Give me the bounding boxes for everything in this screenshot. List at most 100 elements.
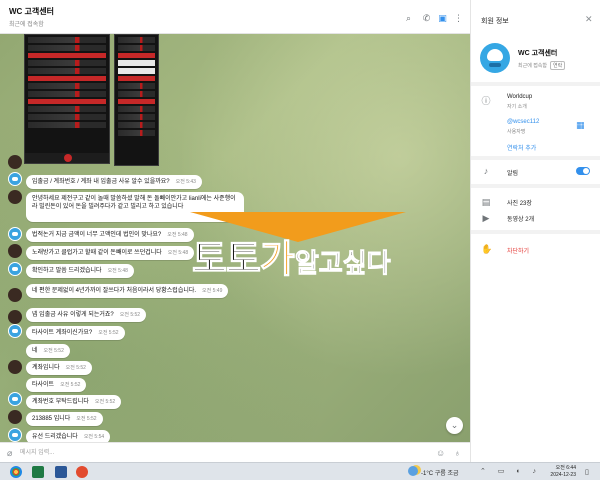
chat-title[interactable]: WC 고객센터 — [9, 6, 54, 17]
message-bubble[interactable]: 넵 입출금 사유 이렇게 되는거죠? 오전 5:52 — [26, 308, 147, 322]
message-bubble[interactable]: 타사이트 오전 5:52 — [26, 378, 87, 392]
message-time: 오전 5:52 — [119, 312, 141, 318]
support-avatar[interactable] — [8, 324, 22, 338]
photos-link[interactable]: 사진 23장 — [507, 198, 532, 207]
contact-badge: 연락 — [550, 61, 566, 70]
message-text: 타사이트 — [32, 382, 55, 388]
user-avatar[interactable] — [8, 155, 22, 169]
block-icon: ✋ — [481, 244, 493, 254]
block-button[interactable]: 차단하기 — [507, 246, 529, 255]
bell-icon: ♪ — [483, 166, 489, 176]
username-label: 사용자명 — [507, 129, 526, 135]
message-bubble[interactable]: 노래방가고 클럽가고 할때 같이 돈빼이로 쓰던겁니다 오전 5:48 — [26, 246, 195, 260]
support-avatar[interactable] — [8, 428, 22, 442]
message-text: 넵 입출금 사유 이렇게 되는거죠? — [32, 312, 114, 318]
notifications-toggle[interactable] — [576, 167, 590, 175]
panel-title: 회원 정보 — [481, 18, 509, 25]
message-bubble[interactable]: 계좌번호 부탁드립니다 오전 5:52 — [26, 395, 122, 409]
user-avatar[interactable] — [8, 244, 22, 258]
message-time: 오전 5:54 — [83, 434, 105, 440]
clock-date: 2024-12-23 — [550, 472, 576, 478]
more-icon[interactable]: ⋮ — [454, 14, 463, 23]
message-text: 안녕하세요 제전구고 같이 놀때 말씀하셨 말해 돈 돌빼이안가고 lianli… — [32, 196, 236, 210]
videos-link[interactable]: 동영상 2개 — [507, 214, 534, 223]
message-text: 입출금 / 계좌번호 / 계좌 내 입출금 사유 알수 있을까요? — [32, 179, 170, 185]
message-bubble[interactable]: 213885 입니다 오전 5:52 — [26, 412, 103, 426]
message-bubble[interactable]: 법적논거 지금 금액이 너무 고액인데 법인이 맞나요? 오전 5:48 — [26, 228, 194, 242]
message-text: 확인하고 말씀 드리겠습니다 — [32, 268, 102, 274]
support-avatar[interactable] — [8, 227, 22, 241]
message-time: 오전 5:52 — [60, 382, 81, 388]
message-bubble[interactable]: 네 오전 5:52 — [26, 344, 70, 358]
attach-icon[interactable]: ⌀ — [7, 448, 12, 458]
chat-area: WC 고객센터 최근에 접속함 ⌕ ✆ ▣ ⋮ 입출금 / 계좌번호 / 계좌 … — [0, 0, 470, 462]
support-avatar[interactable] — [8, 172, 22, 186]
emoji-icon[interactable]: ☺ — [436, 448, 445, 458]
chrome-icon[interactable] — [10, 466, 22, 478]
weather-text[interactable]: -1°C 구름 조금 — [421, 468, 458, 477]
message-bubble[interactable]: 타사이트 계좌이신가요? 오전 5:52 — [26, 326, 125, 340]
microphone-icon[interactable]: ♁ — [454, 448, 461, 458]
clock[interactable]: 오전 6:44 2024-12-23 — [546, 465, 576, 479]
clock-time: 오전 6:44 — [555, 465, 576, 471]
message-time: 오전 5:52 — [43, 348, 64, 354]
spreadsheet-app-icon[interactable] — [32, 466, 44, 478]
search-icon[interactable]: ⌕ — [404, 14, 413, 23]
info-icon: ⓘ — [481, 96, 491, 106]
screenshot-image[interactable] — [24, 34, 110, 164]
message-bubble[interactable]: 유선 드리겠습니다 오전 5:54 — [26, 430, 111, 442]
message-bubble[interactable]: 확인하고 말씀 드리겠습니다 오전 5:48 — [26, 264, 134, 278]
screenshot-image[interactable] — [114, 34, 159, 166]
message-text: 213885 입니다 — [32, 416, 71, 422]
message-time: 오전 5:43 — [175, 179, 196, 185]
message-bubble[interactable]: 네 편한 문제없이 4년가까이 잘쓰다가 처음이라서 당황스럽습니다. 오전 5:… — [26, 284, 229, 298]
profile-name: WC 고객센터 — [518, 50, 558, 57]
message-text: 네 — [32, 348, 38, 354]
profile-avatar[interactable] — [480, 43, 510, 73]
divider — [471, 184, 600, 188]
message-text: 타사이트 계좌이신가요? — [32, 330, 93, 336]
qr-code-icon[interactable]: ▦ — [576, 120, 585, 131]
photos-icon: ▤ — [481, 197, 491, 207]
message-time: 오전 5:48 — [107, 268, 128, 274]
bio-label: 자기 소개 — [507, 104, 527, 110]
close-icon[interactable]: ✕ — [585, 15, 593, 24]
message-bubble[interactable]: 계좌입니다 오전 5:52 — [26, 361, 92, 375]
divider — [471, 230, 600, 234]
chat-header[interactable]: WC 고객센터 최근에 접속함 ⌕ ✆ ▣ ⋮ — [0, 0, 470, 34]
user-avatar[interactable] — [8, 310, 22, 324]
chat-status: 최근에 접속함 — [9, 22, 44, 28]
user-avatar[interactable] — [8, 190, 22, 204]
document-app-icon[interactable] — [55, 466, 67, 478]
username-link[interactable]: @wcsec112 — [507, 119, 539, 125]
bio-text: Worldcup — [507, 94, 533, 100]
taskbar: -1°C 구름 조금 ⌃ ▭ ◐ ♪ 오전 6:44 2024-12-23 ▯ — [0, 462, 600, 480]
divider — [471, 82, 600, 86]
user-avatar[interactable] — [8, 288, 22, 302]
message-text: 노래방가고 클럽가고 할때 같이 돈빼이로 쓰던겁니다 — [32, 250, 162, 256]
support-avatar[interactable] — [8, 262, 22, 276]
message-text: 법적논거 지금 금액이 너무 고액인데 법인이 맞나요? — [32, 232, 162, 238]
phone-icon[interactable]: ✆ — [422, 14, 431, 23]
weather-icon[interactable] — [408, 466, 418, 476]
system-tray-icons[interactable]: ⌃ ▭ ◐ ♪ — [480, 467, 541, 475]
notifications-label: 알림 — [507, 171, 519, 177]
add-contact-link[interactable]: 연락처 추가 — [507, 143, 536, 152]
profile-panel: 회원 정보 ✕ WC 고객센터 최근에 접속함 연락 ⓘ Worldcup 자기 … — [470, 0, 600, 462]
message-bubble[interactable]: 입출금 / 계좌번호 / 계좌 내 입출금 사유 알수 있을까요? 오전 5:43 — [26, 175, 202, 189]
user-avatar[interactable] — [8, 360, 22, 374]
support-avatar[interactable] — [8, 392, 22, 406]
divider — [471, 156, 600, 160]
sidebar-toggle-icon[interactable]: ▣ — [438, 14, 447, 23]
message-text: 유선 드리겠습니다 — [32, 434, 78, 440]
browser-app-icon[interactable] — [76, 466, 88, 478]
message-composer: ⌀ ☺ ♁ — [0, 442, 470, 462]
message-time: 오전 5:52 — [65, 365, 86, 371]
message-input[interactable] — [20, 447, 420, 459]
watermark-logo: 토토가알고싶다 — [186, 212, 430, 282]
message-time: 오전 5:52 — [98, 330, 119, 336]
notification-icon[interactable]: ▯ — [585, 468, 589, 476]
scroll-down-button[interactable]: ⌄ — [446, 417, 463, 434]
message-time: 오전 5:49 — [202, 288, 223, 294]
user-avatar[interactable] — [8, 410, 22, 424]
